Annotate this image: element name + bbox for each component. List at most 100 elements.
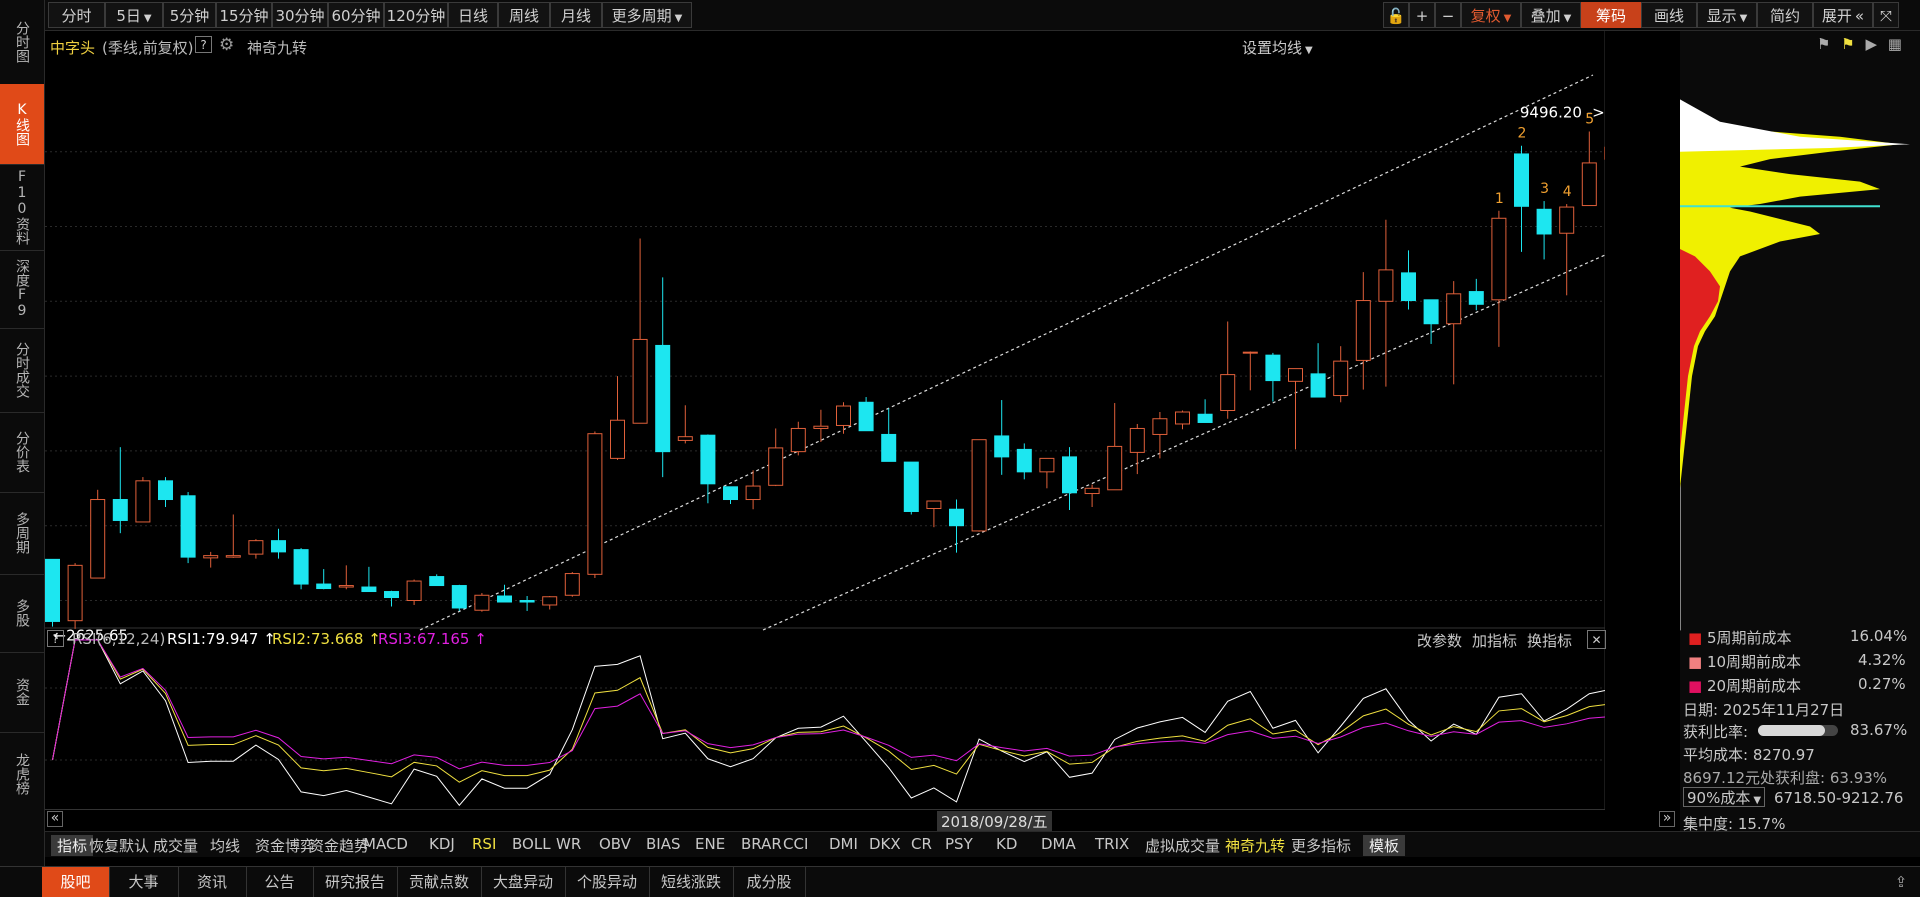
expand-button[interactable]: 展开«	[1813, 2, 1873, 28]
sidebar-item-dragon-tiger[interactable]: 龙虎榜	[0, 732, 44, 816]
add-indicator-button[interactable]: 加指标	[1472, 630, 1517, 651]
bottom-tab-2[interactable]: 资讯	[178, 867, 247, 897]
candle-body	[1560, 207, 1574, 233]
rsi-help-icon[interactable]: ?	[47, 630, 64, 647]
indicator-tab-9[interactable]: BOLL	[512, 835, 551, 853]
candle	[1198, 399, 1212, 422]
sidebar-item-multi-stock[interactable]: 多股	[0, 574, 44, 653]
indicator-tab-17[interactable]: DKX	[869, 835, 901, 853]
candle	[1424, 300, 1438, 344]
upload-icon[interactable]: ⇪	[1882, 867, 1920, 897]
cost-row-5-value: 16.04%	[1850, 627, 1907, 645]
bottom-tab-8[interactable]: 短线涨跌	[649, 867, 734, 897]
indicator-tab-22[interactable]: TRIX	[1095, 835, 1129, 853]
candle	[678, 405, 692, 443]
bottom-tab-0[interactable]: 股吧	[42, 867, 110, 897]
td-count: 4	[1563, 184, 1572, 200]
edit-params-button[interactable]: 改参数	[1417, 630, 1462, 651]
sidebar-item-kline[interactable]: K线图	[0, 84, 44, 165]
indicator-tab-8[interactable]: RSI	[472, 835, 496, 853]
rsi3-label: RSI3:67.165	[378, 630, 469, 648]
indicator-tab-0[interactable]: 指标	[51, 835, 93, 856]
bottom-tab-3[interactable]: 公告	[246, 867, 314, 897]
candle-body	[1356, 301, 1370, 361]
candle-body	[1017, 449, 1031, 471]
indicator-tab-26[interactable]: 模板	[1363, 835, 1405, 856]
fullscreen-icon[interactable]: ⤧	[1873, 2, 1899, 28]
candle-body	[362, 587, 376, 591]
sidebar-item-f10[interactable]: F10资料	[0, 164, 44, 251]
indicator-tab-14[interactable]: BRAR	[741, 835, 782, 853]
indicator-tab-11[interactable]: OBV	[599, 835, 631, 853]
indicator-tab-25[interactable]: 更多指标	[1291, 835, 1351, 856]
candle	[724, 487, 738, 504]
indicator-tab-16[interactable]: DMI	[829, 835, 858, 853]
td-count: 5	[1585, 112, 1594, 128]
close-icon[interactable]: ✕	[1587, 630, 1606, 649]
sidebar-item-funds[interactable]: 资金	[0, 652, 44, 733]
td-count: 1	[1495, 191, 1504, 207]
candle	[859, 397, 873, 431]
candle	[1176, 411, 1190, 430]
candle-body	[136, 481, 150, 522]
candle-body	[746, 486, 760, 499]
chip-recent-area	[1680, 99, 1910, 151]
indicator-tab-4[interactable]: 资金博弈	[255, 835, 315, 856]
sidebar-item-intraday[interactable]: 分时图	[0, 0, 44, 85]
indicator-tab-20[interactable]: KD	[996, 835, 1017, 853]
bottom-tab-7[interactable]: 个股异动	[565, 867, 650, 897]
indicator-tab-6[interactable]: MACD	[363, 835, 408, 853]
cost-select[interactable]: 90%成本▼	[1683, 787, 1765, 807]
candle-body	[656, 345, 670, 451]
candle-body	[791, 428, 805, 451]
chevron-down-icon: ▼	[1753, 795, 1761, 806]
candle	[362, 567, 376, 592]
indicator-tab-15[interactable]: CCI	[783, 835, 808, 853]
candle	[543, 596, 557, 609]
indicator-tab-23[interactable]: 虚拟成交量	[1145, 835, 1220, 856]
scroll-right-icon[interactable]: »	[1659, 811, 1675, 827]
candle-body	[543, 597, 557, 605]
scroll-left-icon[interactable]: «	[47, 811, 63, 827]
switch-indicator-button[interactable]: 换指标	[1527, 630, 1572, 651]
indicator-tab-21[interactable]: DMA	[1041, 835, 1076, 853]
bottom-tab-4[interactable]: 研究报告	[313, 867, 398, 897]
indicator-tab-19[interactable]: PSY	[945, 835, 973, 853]
sidebar-item-multi-period[interactable]: 多周期	[0, 492, 44, 575]
bottom-tab-9[interactable]: 成分股	[733, 867, 806, 897]
indicator-tab-1[interactable]: 恢复默认	[89, 835, 149, 856]
indicator-tab-12[interactable]: BIAS	[646, 835, 681, 853]
time-scrollbar[interactable]: « 2018/09/28/五 »	[45, 809, 1605, 830]
candle-body	[249, 541, 263, 554]
double-chevron-left-icon: «	[1855, 7, 1864, 25]
indicator-tab-2[interactable]: 成交量	[153, 835, 198, 856]
sidebar-item-ticks[interactable]: 分时成交	[0, 328, 44, 413]
indicator-tab-10[interactable]: WR	[556, 835, 581, 853]
candle	[1356, 272, 1370, 389]
indicator-tab-7[interactable]: KDJ	[429, 835, 455, 853]
sidebar-item-depth[interactable]: 深度F9	[0, 250, 44, 329]
bottom-tab-6[interactable]: 大盘异动	[481, 867, 566, 897]
candle	[633, 238, 647, 423]
candle-body	[294, 550, 308, 584]
indicator-tab-5[interactable]: 资金趋势	[309, 835, 369, 856]
simple-button[interactable]: 简约	[1757, 2, 1813, 28]
display-button[interactable]: 显示▼	[1697, 2, 1757, 28]
candle	[1289, 369, 1303, 450]
kline-chart[interactable]: 3000.004000.005000.006000.007000.008000.…	[45, 0, 1605, 830]
bottom-tab-5[interactable]: 贡献点数	[397, 867, 482, 897]
bottom-tab-1[interactable]: 大事	[109, 867, 179, 897]
sidebar-item-price-table[interactable]: 分价表	[0, 412, 44, 493]
candle-body	[1108, 446, 1122, 489]
draw-line-button[interactable]: 画线	[1641, 2, 1697, 28]
square-icon: ■	[1688, 629, 1702, 647]
indicator-tab-24[interactable]: 神奇九转	[1225, 835, 1285, 856]
candle	[1108, 403, 1122, 490]
indicator-tab-18[interactable]: CR	[911, 835, 932, 853]
candle	[204, 552, 218, 568]
candle-body	[91, 500, 105, 579]
indicator-tab-3[interactable]: 均线	[210, 835, 240, 856]
candle-body	[1515, 154, 1529, 206]
candle-body	[46, 559, 60, 621]
indicator-tab-13[interactable]: ENE	[695, 835, 725, 853]
